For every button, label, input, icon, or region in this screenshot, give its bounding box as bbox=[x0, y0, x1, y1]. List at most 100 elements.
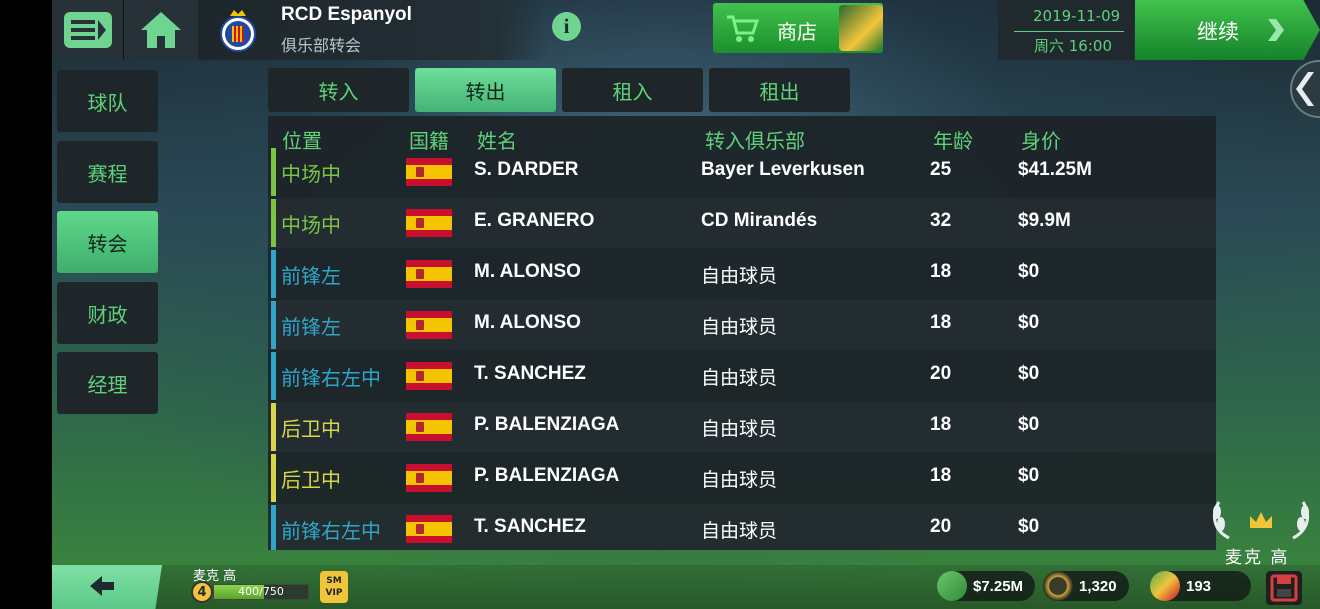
destination-club: 自由球员 bbox=[701, 265, 778, 287]
table-row[interactable]: 中场中 S. DARDER Bayer Leverkusen 25 $41.25… bbox=[268, 147, 1216, 197]
player-age: 18 bbox=[930, 261, 952, 282]
home-button[interactable] bbox=[124, 0, 198, 60]
vip-badge[interactable]: SM VIP bbox=[320, 571, 348, 603]
table-row[interactable]: 前锋左 M. ALONSO 自由球员 18 $0 bbox=[268, 300, 1216, 350]
destination-club: 自由球员 bbox=[701, 520, 778, 542]
player-value: $0 bbox=[1018, 516, 1040, 537]
coin-icon bbox=[1043, 571, 1073, 601]
nav-item-manager[interactable]: 经理 bbox=[57, 352, 158, 414]
player-value: $0 bbox=[1018, 261, 1040, 282]
table-row[interactable]: 前锋右左中 T. SANCHEZ 自由球员 20 $0 bbox=[268, 351, 1216, 401]
destination-club: Bayer Leverkusen bbox=[701, 159, 865, 180]
position-color-bar bbox=[271, 505, 276, 550]
tokens-counter[interactable]: 193 bbox=[1150, 571, 1252, 601]
player-position: 后卫中 bbox=[281, 417, 341, 441]
back-arrow-icon[interactable] bbox=[88, 574, 116, 598]
shop-button[interactable]: 商店 bbox=[713, 3, 883, 53]
player-value: $0 bbox=[1018, 465, 1040, 486]
player-position: 中场中 bbox=[281, 162, 341, 186]
position-color-bar bbox=[271, 148, 276, 196]
spain-flag-icon bbox=[406, 158, 452, 186]
cash-icon bbox=[937, 571, 967, 601]
player-value: $0 bbox=[1018, 363, 1040, 384]
tab-loans-in[interactable]: 租入 bbox=[562, 68, 703, 112]
save-icon bbox=[1270, 574, 1298, 602]
player-position: 前锋左 bbox=[281, 315, 341, 339]
player-name: P. BALENZIAGA bbox=[474, 414, 620, 435]
save-button[interactable] bbox=[1266, 571, 1302, 605]
table-row[interactable]: 前锋右左中 T. SANCHEZ 自由球员 20 $0 bbox=[268, 504, 1216, 550]
player-value: $0 bbox=[1018, 312, 1040, 333]
cart-icon bbox=[727, 15, 759, 42]
nav-item-transfers[interactable]: 转会 bbox=[57, 211, 158, 273]
player-position: 前锋右左中 bbox=[281, 366, 381, 390]
player-age: 20 bbox=[930, 363, 952, 384]
spain-flag-icon bbox=[406, 413, 452, 441]
tab-loans-out[interactable]: 租出 bbox=[709, 68, 850, 112]
level-badge: 4 bbox=[191, 581, 213, 603]
menu-icon bbox=[63, 12, 112, 48]
date-divider bbox=[1014, 31, 1124, 32]
player-value: $9.9M bbox=[1018, 210, 1071, 231]
position-color-bar bbox=[271, 403, 276, 451]
info-icon[interactable]: i bbox=[552, 12, 581, 41]
page-subtitle: 俱乐部转会 bbox=[281, 36, 362, 55]
player-age: 18 bbox=[930, 465, 952, 486]
coins-value: 1,320 bbox=[1079, 577, 1117, 595]
chevron-right-icon[interactable] bbox=[1262, 17, 1288, 43]
xp-progress-bar: 400/750 bbox=[213, 584, 309, 600]
spain-flag-icon bbox=[406, 260, 452, 288]
player-age: 32 bbox=[930, 210, 952, 231]
table-row[interactable]: 前锋左 M. ALONSO 自由球员 18 $0 bbox=[268, 249, 1216, 299]
player-position: 中场中 bbox=[281, 213, 341, 237]
continue-label[interactable]: 继续 bbox=[1197, 16, 1239, 46]
xp-text: 400/750 bbox=[238, 585, 284, 598]
club-name: RCD Espanyol bbox=[281, 4, 412, 25]
spain-flag-icon bbox=[406, 515, 452, 543]
destination-club: 自由球员 bbox=[701, 316, 778, 338]
player-name: T. SANCHEZ bbox=[474, 516, 586, 537]
tab-transfers-out[interactable]: 转出 bbox=[415, 68, 556, 112]
table-row[interactable]: 中场中 E. GRANERO CD Mirandés 32 $9.9M bbox=[268, 198, 1216, 248]
player-age: 25 bbox=[930, 159, 952, 180]
player-name: T. SANCHEZ bbox=[474, 363, 586, 384]
nav-item-team[interactable]: 球队 bbox=[57, 70, 158, 132]
player-name: M. ALONSO bbox=[474, 261, 581, 282]
home-icon bbox=[141, 12, 181, 48]
player-name: E. GRANERO bbox=[474, 210, 595, 231]
money-counter[interactable]: $7.25M bbox=[937, 571, 1036, 601]
spain-flag-icon bbox=[406, 209, 452, 237]
transfers-table[interactable]: 位置 国籍 姓名 转入俱乐部 年龄 身价 中场中 S. DARDER Bayer… bbox=[268, 116, 1216, 550]
nav-item-finance[interactable]: 财政 bbox=[57, 282, 158, 344]
left-edge-bar bbox=[0, 0, 52, 609]
player-value: $0 bbox=[1018, 414, 1040, 435]
player-value: $41.25M bbox=[1018, 159, 1092, 180]
menu-button[interactable] bbox=[52, 0, 124, 60]
table-row[interactable]: 后卫中 P. BALENZIAGA 自由球员 18 $0 bbox=[268, 402, 1216, 452]
crown-laurel-icon bbox=[1212, 501, 1310, 540]
player-position: 后卫中 bbox=[281, 468, 341, 492]
player-name: M. ALONSO bbox=[474, 312, 581, 333]
current-date: 2019-11-09 bbox=[1033, 7, 1121, 25]
tokens-value: 193 bbox=[1186, 577, 1212, 595]
player-position: 前锋左 bbox=[281, 264, 341, 288]
position-color-bar bbox=[271, 199, 276, 247]
money-value: $7.25M bbox=[973, 577, 1024, 595]
token-pack-icon bbox=[1150, 571, 1180, 601]
coins-counter[interactable]: 1,320 bbox=[1043, 571, 1129, 601]
tab-transfers-in[interactable]: 转入 bbox=[268, 68, 409, 112]
position-color-bar bbox=[271, 250, 276, 298]
spain-flag-icon bbox=[406, 311, 452, 339]
nav-item-schedule[interactable]: 赛程 bbox=[57, 141, 158, 203]
player-age: 20 bbox=[930, 516, 952, 537]
player-age: 18 bbox=[930, 312, 952, 333]
destination-club: 自由球员 bbox=[701, 418, 778, 440]
side-panel-tab[interactable] bbox=[1290, 60, 1320, 118]
shop-label: 商店 bbox=[777, 20, 817, 44]
table-row[interactable]: 后卫中 P. BALENZIAGA 自由球员 18 $0 bbox=[268, 453, 1216, 503]
player-name: P. BALENZIAGA bbox=[474, 465, 620, 486]
position-color-bar bbox=[271, 352, 276, 400]
player-age: 18 bbox=[930, 414, 952, 435]
spain-flag-icon bbox=[406, 464, 452, 492]
destination-club: CD Mirandés bbox=[701, 210, 818, 231]
